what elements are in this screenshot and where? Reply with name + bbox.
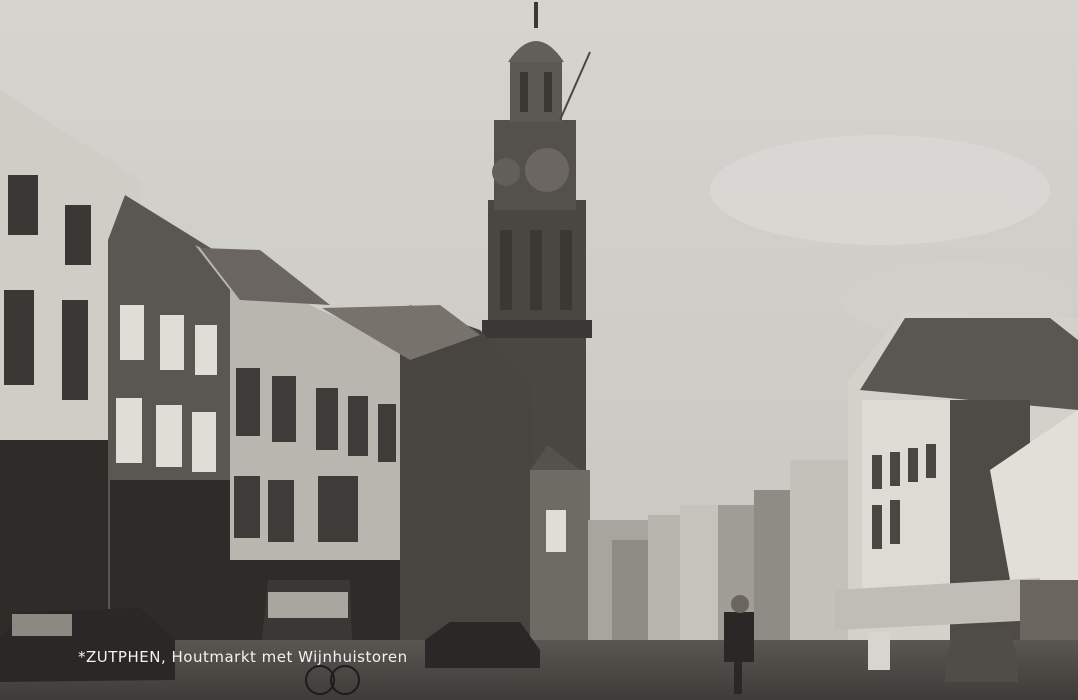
postcard-caption: *ZUTPHEN, Houtmarkt met Wijnhuistoren bbox=[78, 648, 408, 666]
street-photo bbox=[0, 0, 1078, 700]
caption-title: Houtmarkt met Wijnhuistoren bbox=[171, 648, 408, 666]
postcard: *ZUTPHEN, Houtmarkt met Wijnhuistoren bbox=[0, 0, 1078, 700]
caption-place: *ZUTPHEN, bbox=[78, 648, 167, 666]
